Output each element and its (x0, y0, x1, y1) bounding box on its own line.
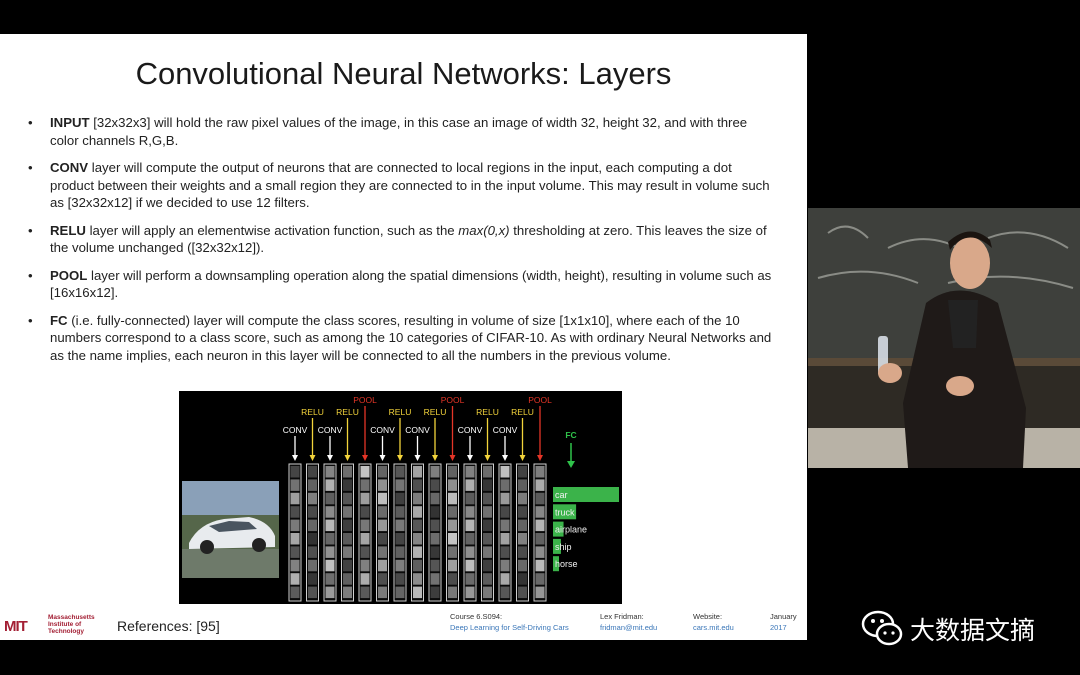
feature-map-column (533, 463, 547, 602)
feature-map-column (358, 463, 372, 602)
lecturer-video (808, 208, 1080, 468)
bullet-text: layer will apply an elementwise activati… (85, 222, 459, 238)
relu-label: RELU (511, 407, 534, 417)
bullet-item: • CONV layer will compute the output of n… (28, 159, 778, 212)
bullet-dot: • (28, 115, 33, 130)
feature-map-column (306, 463, 319, 602)
relu-label: RELU (424, 407, 447, 417)
conv-label: CONV (318, 425, 343, 435)
relu-label: RELU (389, 407, 412, 417)
feature-map-column (288, 463, 302, 602)
relu-label: RELU (301, 407, 324, 417)
feature-map-column (516, 463, 529, 602)
conv-label: CONV (405, 425, 430, 435)
wechat-icon (861, 610, 903, 646)
author-info: Lex Fridman: fridman@mit.edu (600, 612, 658, 632)
bullet-item: • POOL layer will perform a downsampling … (28, 267, 778, 302)
conv-label: CONV (370, 425, 395, 435)
lecture-slide: Convolutional Neural Networks: Layers • I… (0, 34, 807, 640)
bullet-dot: • (28, 267, 33, 283)
feature-map-column (481, 463, 494, 602)
feature-map-column (376, 463, 389, 602)
bullet-item: • RELU layer will apply an elementwise ac… (28, 222, 778, 257)
conv-label: CONV (283, 425, 308, 435)
bullet-text: layer will compute the output of neurons… (50, 160, 770, 210)
bullet-list: • INPUT [32x32x3] will hold the raw pixel… (28, 114, 778, 374)
bullet-term: INPUT (50, 115, 90, 130)
slide-footer: MIT Massachusetts Institute of Technolog… (0, 604, 807, 640)
class-label: airplane (555, 525, 587, 535)
conv-label: CONV (493, 425, 518, 435)
relu-label: RELU (336, 407, 359, 417)
bullet-text: max(0,x) (458, 222, 510, 238)
class-label: car (555, 490, 568, 500)
bullet-term: FC (50, 312, 68, 328)
car-image (182, 481, 279, 578)
bullet-dot: • (28, 222, 33, 238)
pool-label: POOL (441, 395, 465, 405)
class-label: truck (555, 507, 575, 517)
slide-title: Convolutional Neural Networks: Layers (135, 56, 672, 91)
bullet-term: POOL (50, 267, 88, 283)
mit-logo: MIT (4, 618, 28, 635)
feature-map-column (393, 463, 407, 602)
bullet-item: • INPUT [32x32x3] will hold the raw pixel… (28, 114, 778, 149)
website-info: Website: cars.mit.edu (693, 612, 734, 633)
conv-label: CONV (458, 425, 483, 435)
bullet-text: (i.e. fully-connected) layer will comput… (50, 312, 772, 363)
feature-map-column (498, 463, 512, 602)
mit-logo-text: Massachusetts Institute of Technology (48, 614, 95, 635)
watermark: 大数据文摘 (860, 608, 1060, 648)
feature-map-column (323, 463, 337, 602)
relu-label: RELU (476, 407, 499, 417)
cnn-diagram: CONV RELU CONV RELU POOL CONV RELU CONV RELU POOL… (179, 391, 622, 604)
class-label: ship (555, 542, 572, 552)
course-info: Course 6.S094: Deep Learning for Self-Dr… (450, 612, 569, 632)
references: References: [95] (117, 618, 220, 634)
fc-label: FC (565, 430, 576, 440)
bullet-item: • FC (i.e. fully-connected) layer will co… (28, 312, 778, 365)
class-label: horse (555, 559, 578, 569)
bullet-text: layer will perform a downsampling operat… (50, 267, 772, 301)
bullet-term: RELU (50, 222, 86, 238)
watermark-text: 大数据文摘 (910, 616, 1036, 645)
feature-map-column (428, 463, 442, 602)
feature-map-column (463, 463, 477, 602)
bullet-term: CONV (50, 160, 89, 175)
date-info: January 2017 (770, 612, 797, 632)
feature-map-column (341, 463, 354, 602)
feature-map-column (446, 463, 459, 602)
bullet-dot: • (28, 160, 33, 175)
bullet-text: [32x32x3] will hold the raw pixel values… (50, 115, 748, 148)
feature-map-column (411, 463, 424, 602)
website-link[interactable]: cars.mit.edu (693, 622, 734, 633)
pool-label: POOL (353, 395, 377, 405)
bullet-dot: • (28, 312, 33, 328)
pool-label: POOL (528, 395, 552, 405)
